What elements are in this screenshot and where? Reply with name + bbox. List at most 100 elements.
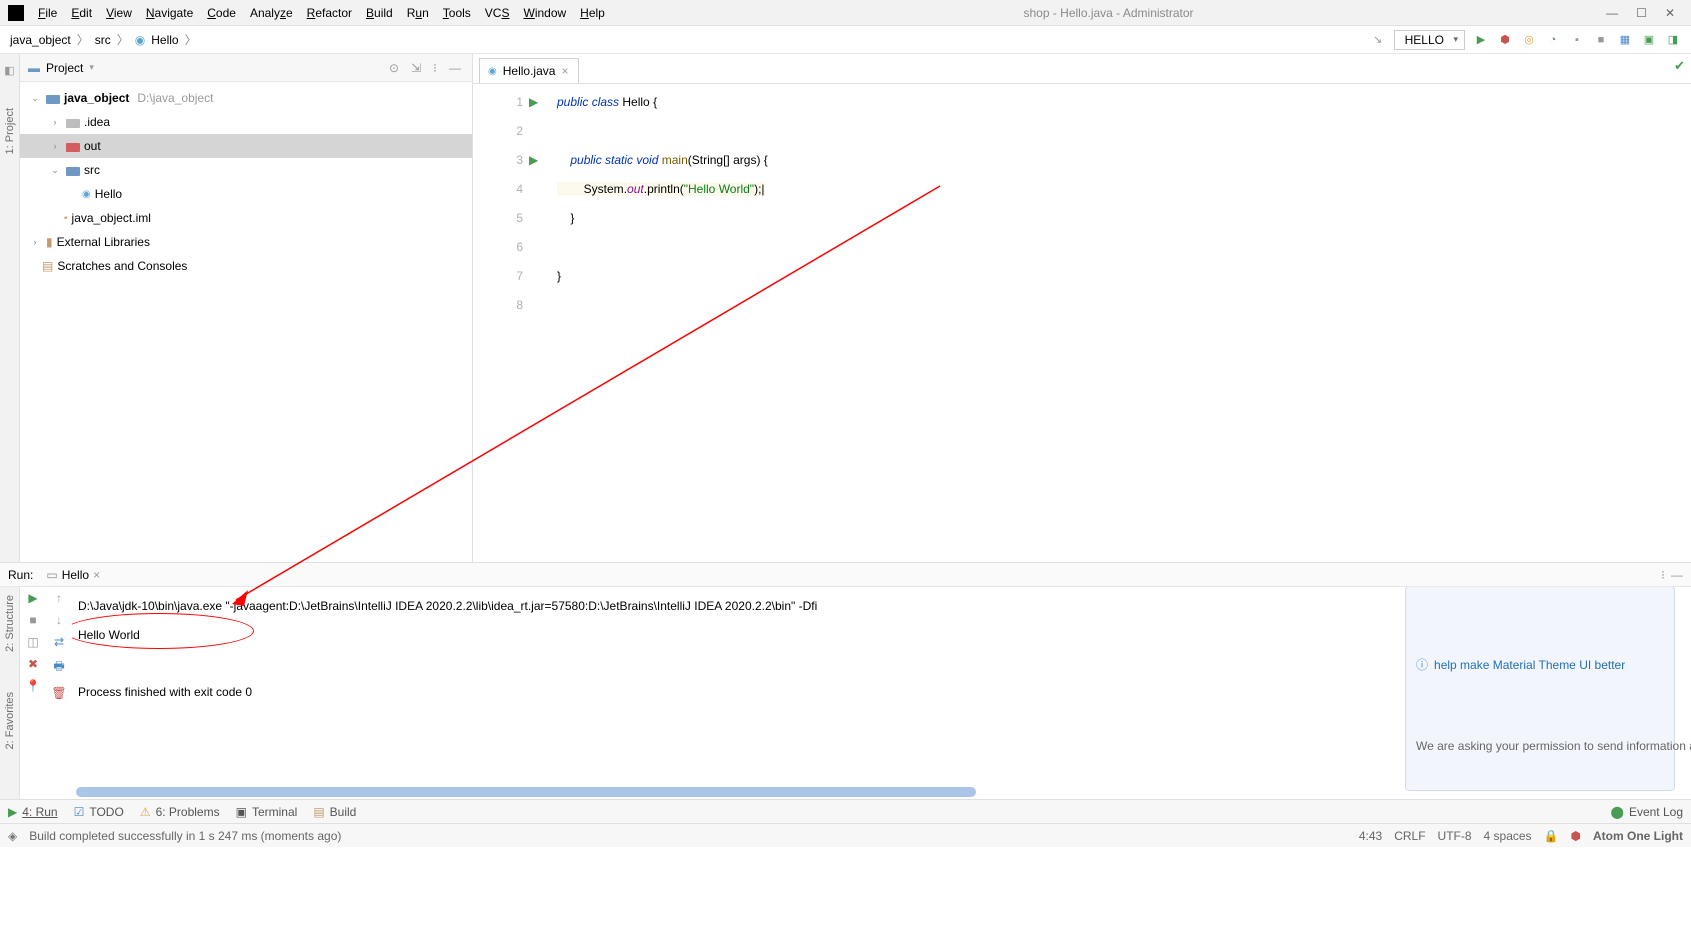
tree-external[interactable]: ›▮ External Libraries bbox=[20, 230, 472, 254]
run-line-icon[interactable]: ▶ bbox=[529, 88, 551, 117]
menu-view[interactable]: View bbox=[100, 4, 138, 22]
console-output[interactable]: D:\Java\jdk-10\bin\java.exe "-javaagent:… bbox=[72, 587, 1691, 799]
layout-icon[interactable]: ▦ bbox=[1617, 32, 1633, 48]
down-icon[interactable]: ↓ bbox=[56, 613, 62, 627]
run-label: Run: bbox=[8, 568, 33, 582]
ide-error-icon[interactable]: ⬢ bbox=[1571, 829, 1581, 843]
menu-build[interactable]: Build bbox=[360, 4, 399, 22]
stop-icon[interactable]: ■ bbox=[29, 613, 36, 627]
search-icon[interactable]: ◨ bbox=[1665, 32, 1681, 48]
attach-icon[interactable]: ▪ bbox=[1569, 32, 1585, 48]
tree-idea[interactable]: › .idea bbox=[20, 110, 472, 134]
tree-out[interactable]: › out bbox=[20, 134, 472, 158]
theme-indicator[interactable]: Atom One Light bbox=[1593, 829, 1683, 843]
inspection-ok-icon[interactable]: ✔ bbox=[1674, 58, 1685, 74]
folder-icon bbox=[66, 141, 80, 152]
bottom-tab-problems[interactable]: ⚠6: Problems bbox=[140, 805, 220, 819]
line-separator[interactable]: CRLF bbox=[1394, 829, 1425, 843]
breadcrumb-src[interactable]: src bbox=[95, 33, 111, 47]
menu-tools[interactable]: Tools bbox=[437, 4, 477, 22]
breadcrumb-root[interactable]: java_object bbox=[10, 33, 71, 47]
code-text[interactable]: public class Hello { public static void … bbox=[551, 84, 1691, 562]
exit-icon[interactable]: ✖ bbox=[28, 657, 38, 671]
run-settings-icon[interactable]: ⁝ bbox=[1661, 568, 1665, 582]
run-body: 2: Structure 2: Favorites ▶ ■ ◫ ✖ 📍 ↑ ↓ … bbox=[0, 587, 1691, 799]
hide-icon[interactable]: — bbox=[446, 61, 464, 75]
wrap-icon[interactable]: ⇄ bbox=[54, 635, 64, 649]
git-icon[interactable]: ▣ bbox=[1641, 32, 1657, 48]
menu-navigate[interactable]: Navigate bbox=[140, 4, 199, 22]
bottom-tab-terminal[interactable]: ▣Terminal bbox=[236, 805, 298, 819]
menu-file[interactable]: File bbox=[32, 4, 63, 22]
run-toolbar-2: ↑ ↓ ⇄ 🖶 🗑 bbox=[46, 587, 72, 799]
stripe-icon[interactable]: ◧ bbox=[2, 62, 18, 78]
menu-refactor[interactable]: Refactor bbox=[301, 4, 358, 22]
event-log-tab[interactable]: ⬤Event Log bbox=[1611, 805, 1683, 819]
lock-icon[interactable]: 🔒 bbox=[1544, 829, 1559, 843]
breadcrumb: java_object〉 src〉 ◉ Hello〉 bbox=[10, 31, 197, 48]
tree-root-name: java_object bbox=[64, 91, 129, 105]
pin-icon[interactable]: 📍 bbox=[26, 679, 41, 693]
maximize-icon[interactable]: ☐ bbox=[1636, 6, 1647, 20]
tree-scratches-label: Scratches and Consoles bbox=[57, 259, 187, 273]
tree-src[interactable]: ⌄ src bbox=[20, 158, 472, 182]
menu-run[interactable]: Run bbox=[401, 4, 435, 22]
notification-body: We are asking your permission to send in… bbox=[1416, 739, 1664, 754]
print-icon[interactable]: 🖶 bbox=[53, 657, 64, 678]
menu-vcs[interactable]: VCS bbox=[479, 4, 516, 22]
menu-code[interactable]: Code bbox=[201, 4, 242, 22]
code-editor[interactable]: 1 2 3 4 5 6 7 8 ▶ ▶ public class Hello {… bbox=[473, 84, 1691, 562]
tab-close-icon[interactable]: × bbox=[561, 64, 568, 78]
run-tab-label: Hello bbox=[62, 568, 89, 582]
run-hide-icon[interactable]: — bbox=[1671, 568, 1683, 582]
tree-root[interactable]: ⌄ java_object D:\java_object bbox=[20, 86, 472, 110]
close-icon[interactable]: ✕ bbox=[1665, 6, 1675, 20]
minimize-icon[interactable]: — bbox=[1606, 6, 1618, 20]
run-config-name: HELLO bbox=[1405, 33, 1444, 47]
profile-icon[interactable]: ◔ bbox=[1545, 32, 1561, 48]
layout-icon[interactable]: ◫ bbox=[27, 635, 38, 649]
run-gutter: ▶ ▶ bbox=[529, 84, 551, 562]
nav-toolbar: java_object〉 src〉 ◉ Hello〉 ↘ HELLO ▶ ⬢ ◎… bbox=[0, 26, 1691, 54]
menu-analyze[interactable]: Analyze bbox=[244, 4, 299, 22]
run-tab-hello[interactable]: ▭ Hello × bbox=[39, 565, 107, 585]
settings-icon[interactable]: ⁝ bbox=[430, 61, 440, 75]
coverage-icon[interactable]: ◎ bbox=[1521, 32, 1537, 48]
left-tab-project[interactable]: 1: Project bbox=[4, 108, 16, 154]
project-panel-title: Project bbox=[46, 61, 83, 75]
locate-icon[interactable]: ⊙ bbox=[386, 61, 402, 75]
tree-iml[interactable]: ▪ java_object.iml bbox=[20, 206, 472, 230]
stop-icon[interactable]: ■ bbox=[1593, 32, 1609, 48]
notification-popup[interactable]: ⓘhelp make Material Theme UI better We a… bbox=[1405, 587, 1675, 791]
collapse-icon[interactable]: ⇲ bbox=[408, 61, 424, 75]
run-icon[interactable]: ▶ bbox=[1473, 32, 1489, 48]
horizontal-scrollbar[interactable] bbox=[76, 787, 976, 797]
file-encoding[interactable]: UTF-8 bbox=[1438, 829, 1472, 843]
tab-hello[interactable]: ◉ Hello.java × bbox=[479, 58, 579, 83]
tree-hello[interactable]: ◉ Hello bbox=[20, 182, 472, 206]
run-line-icon[interactable]: ▶ bbox=[529, 146, 551, 175]
debug-icon[interactable]: ⬢ bbox=[1497, 32, 1513, 48]
build-icon[interactable]: ↘ bbox=[1370, 32, 1386, 48]
window-controls: — ☐ ✕ bbox=[1606, 6, 1683, 20]
tree-external-label: External Libraries bbox=[57, 235, 150, 249]
cursor-position[interactable]: 4:43 bbox=[1359, 829, 1382, 843]
tree-scratches[interactable]: ▤ Scratches and Consoles bbox=[20, 254, 472, 278]
rerun-icon[interactable]: ▶ bbox=[28, 591, 37, 605]
menu-help[interactable]: Help bbox=[574, 4, 611, 22]
status-bar: ◈ Build completed successfully in 1 s 24… bbox=[0, 823, 1691, 847]
indent-setting[interactable]: 4 spaces bbox=[1484, 829, 1532, 843]
project-panel-header: ▬ Project ▾ ⊙ ⇲ ⁝ — bbox=[20, 54, 472, 82]
bottom-tab-build[interactable]: ▤Build bbox=[313, 805, 356, 819]
status-icon[interactable]: ◈ bbox=[8, 829, 17, 843]
left-tab-favorites[interactable]: 2: Favorites bbox=[4, 692, 16, 749]
run-config-selector[interactable]: HELLO bbox=[1394, 30, 1465, 50]
menu-edit[interactable]: Edit bbox=[65, 4, 98, 22]
bottom-tab-todo[interactable]: ☑TODO bbox=[74, 805, 124, 819]
trash-icon[interactable]: 🗑 bbox=[51, 686, 66, 700]
up-icon[interactable]: ↑ bbox=[56, 591, 62, 605]
breadcrumb-file[interactable]: Hello bbox=[151, 33, 178, 47]
bottom-tab-run[interactable]: ▶4: Run bbox=[8, 805, 58, 819]
left-tab-structure[interactable]: 2: Structure bbox=[4, 595, 16, 652]
menu-window[interactable]: Window bbox=[517, 4, 572, 22]
